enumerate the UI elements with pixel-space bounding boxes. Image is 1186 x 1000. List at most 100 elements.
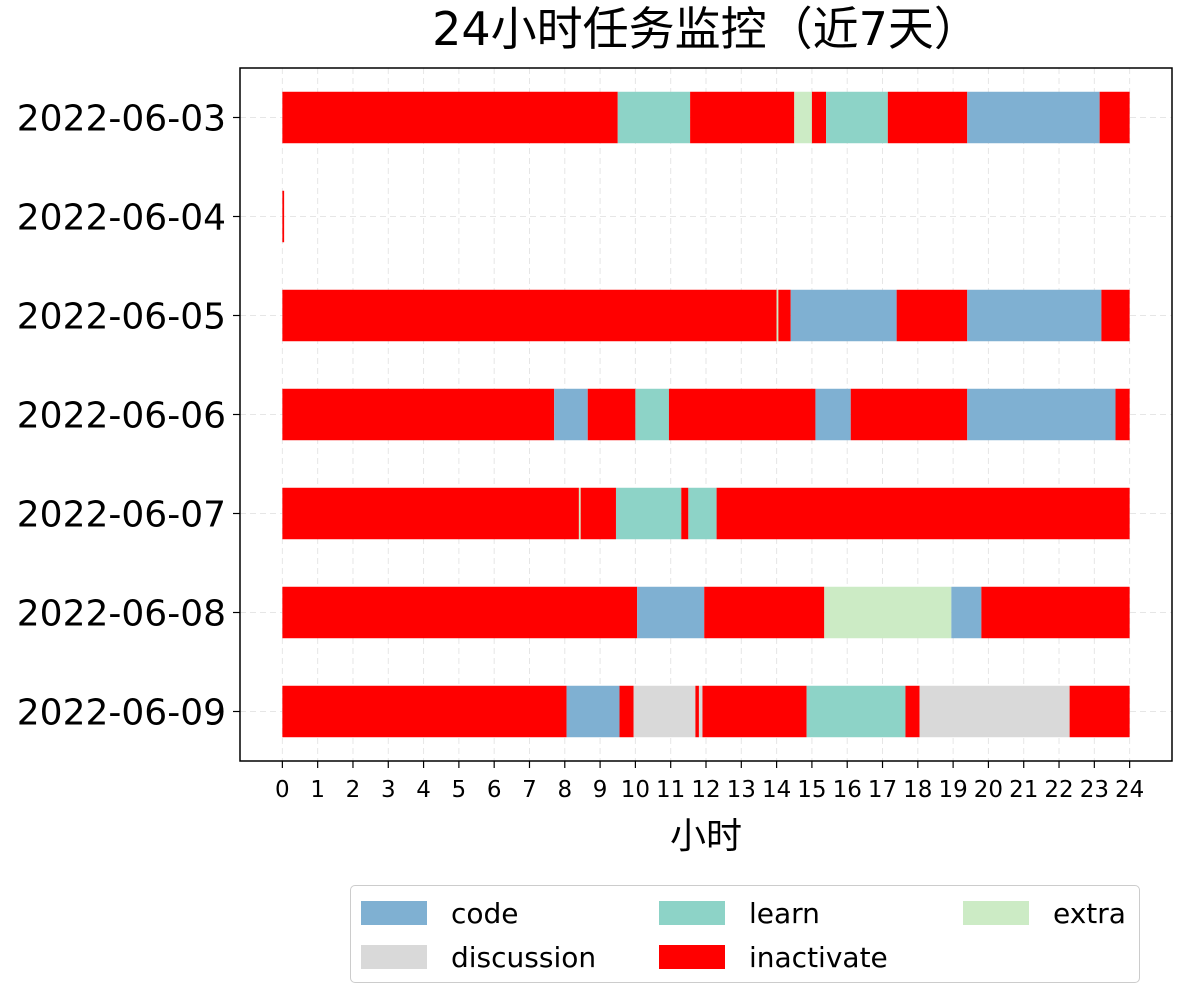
x-tick-label: 15 [797,777,826,803]
bar-segment-inactivate [981,586,1130,639]
bar-segment-code [967,388,1116,441]
bar-segment-learn [688,487,717,540]
bar-segment-inactivate [811,91,827,144]
bar-segment-inactivate [282,190,285,243]
x-tick-label: 4 [416,777,431,803]
bar-segment-learn [617,91,691,144]
x-tick-label: 2 [346,777,361,803]
bar-segment-learn [615,487,682,540]
bar-row-2022-06-09 [282,685,1130,738]
x-tick-label: 22 [1044,777,1073,803]
bar-segment-extra [578,487,581,540]
y-tick-label: 2022-06-03 [17,99,226,140]
legend-swatch [659,945,725,969]
bar-segment-code [815,388,851,441]
bar-segment-inactivate [702,685,807,738]
bar-segment-inactivate [282,91,618,144]
bar-segment-inactivate [619,685,634,738]
bar-row-2022-06-06 [282,388,1130,441]
bar-segment-inactivate [282,685,567,738]
bar-row-2022-06-08 [282,586,1130,639]
x-tick-label: 3 [381,777,396,803]
bar-segment-code [967,289,1102,342]
legend-swatch [963,901,1029,925]
bar-segment-inactivate [778,289,791,342]
bar-segment-inactivate [690,91,795,144]
bar-segment-inactivate [695,685,699,738]
legend-swatch [361,901,427,925]
x-tick-label: 11 [656,777,685,803]
y-tick-label: 2022-06-09 [17,693,226,734]
bar-segment-code [951,586,982,639]
y-tick-label: 2022-06-06 [17,396,226,437]
bar-segment-learn [635,388,669,441]
y-tick-label: 2022-06-08 [17,594,226,635]
bar-segment-code [554,388,588,441]
bar-segment-code [967,91,1100,144]
bar-segment-extra [794,91,812,144]
bar-segment-inactivate [850,388,968,441]
legend-item-code: code [361,896,519,930]
bar-segment-discussion [698,685,703,738]
legend-swatch [361,945,427,969]
legend-item-inactivate: inactivate [659,940,888,974]
chart-plot: 0 1 2 3 4 5 6 7 8 9 10 11 12 13 14 15 16 17 18 19 20 21 22 23 24… [17,67,1173,857]
x-tick-label: 7 [522,777,537,803]
bar-segment-inactivate [1099,91,1130,144]
bar-segment-inactivate [716,487,1130,540]
legend-label: extra [1053,896,1126,930]
x-tick-label: 5 [452,777,467,803]
legend-item-learn: learn [659,896,820,930]
x-tick-label: 1 [310,777,325,803]
legend: code discussion learn inactivate extra [350,885,1140,983]
x-axis-label: 小时 [670,816,742,857]
x-tick-label: 6 [487,777,502,803]
bar-segment-discussion [633,685,696,738]
x-tick-label: 9 [593,777,608,803]
bar-segment-code [566,685,620,738]
bar-segment-inactivate [282,487,579,540]
x-tick-label: 17 [868,777,897,803]
y-tick-label: 2022-06-05 [17,297,226,338]
bar-segment-inactivate [896,289,968,342]
bar-segment-learn [826,91,888,144]
x-tick-label: 12 [691,777,720,803]
legend-label: discussion [451,940,597,974]
bar-segment-inactivate [282,388,555,441]
bar-segment-inactivate [1069,685,1130,738]
bar-segment-inactivate [1115,388,1130,441]
x-tick-label: 19 [938,777,967,803]
bar-segment-learn [806,685,906,738]
bar-segment-inactivate [668,388,816,441]
bar-segment-inactivate [580,487,616,540]
y-tick-label: 2022-06-07 [17,495,226,536]
bar-segment-inactivate [905,685,920,738]
x-tick-label: 23 [1080,777,1109,803]
bar-segment-inactivate [887,91,968,144]
x-axis: 0 1 2 3 4 5 6 7 8 9 10 11 12 13 14 15 16 17 18 19 20 21 22 23 24 [275,761,1144,803]
x-tick-label: 24 [1115,777,1144,803]
x-tick-label: 20 [974,777,1003,803]
legend-label: learn [749,896,820,930]
x-tick-label: 16 [833,777,862,803]
x-tick-label: 10 [621,777,650,803]
bar-segment-extra [824,586,952,639]
legend-item-discussion: discussion [361,940,597,974]
bar-segment-extra [776,289,779,342]
bar-segment-code [790,289,897,342]
bar-segment-discussion [919,685,1070,738]
bar-row-2022-06-03 [282,91,1130,144]
bar-segment-inactivate [1101,289,1130,342]
x-tick-label: 0 [275,777,290,803]
legend-label: inactivate [749,940,888,974]
bar-segment-code [637,586,705,639]
legend-item-extra: extra [963,896,1126,930]
x-tick-label: 18 [903,777,932,803]
bar-segment-inactivate [282,586,638,639]
x-tick-label: 14 [762,777,791,803]
legend-label: code [451,896,519,930]
bar-segment-inactivate [587,388,636,441]
y-axis: 2022-06-03 2022-06-04 2022-06-05 2022-06-06… [17,99,240,734]
x-tick-label: 8 [557,777,572,803]
x-tick-label: 13 [727,777,756,803]
